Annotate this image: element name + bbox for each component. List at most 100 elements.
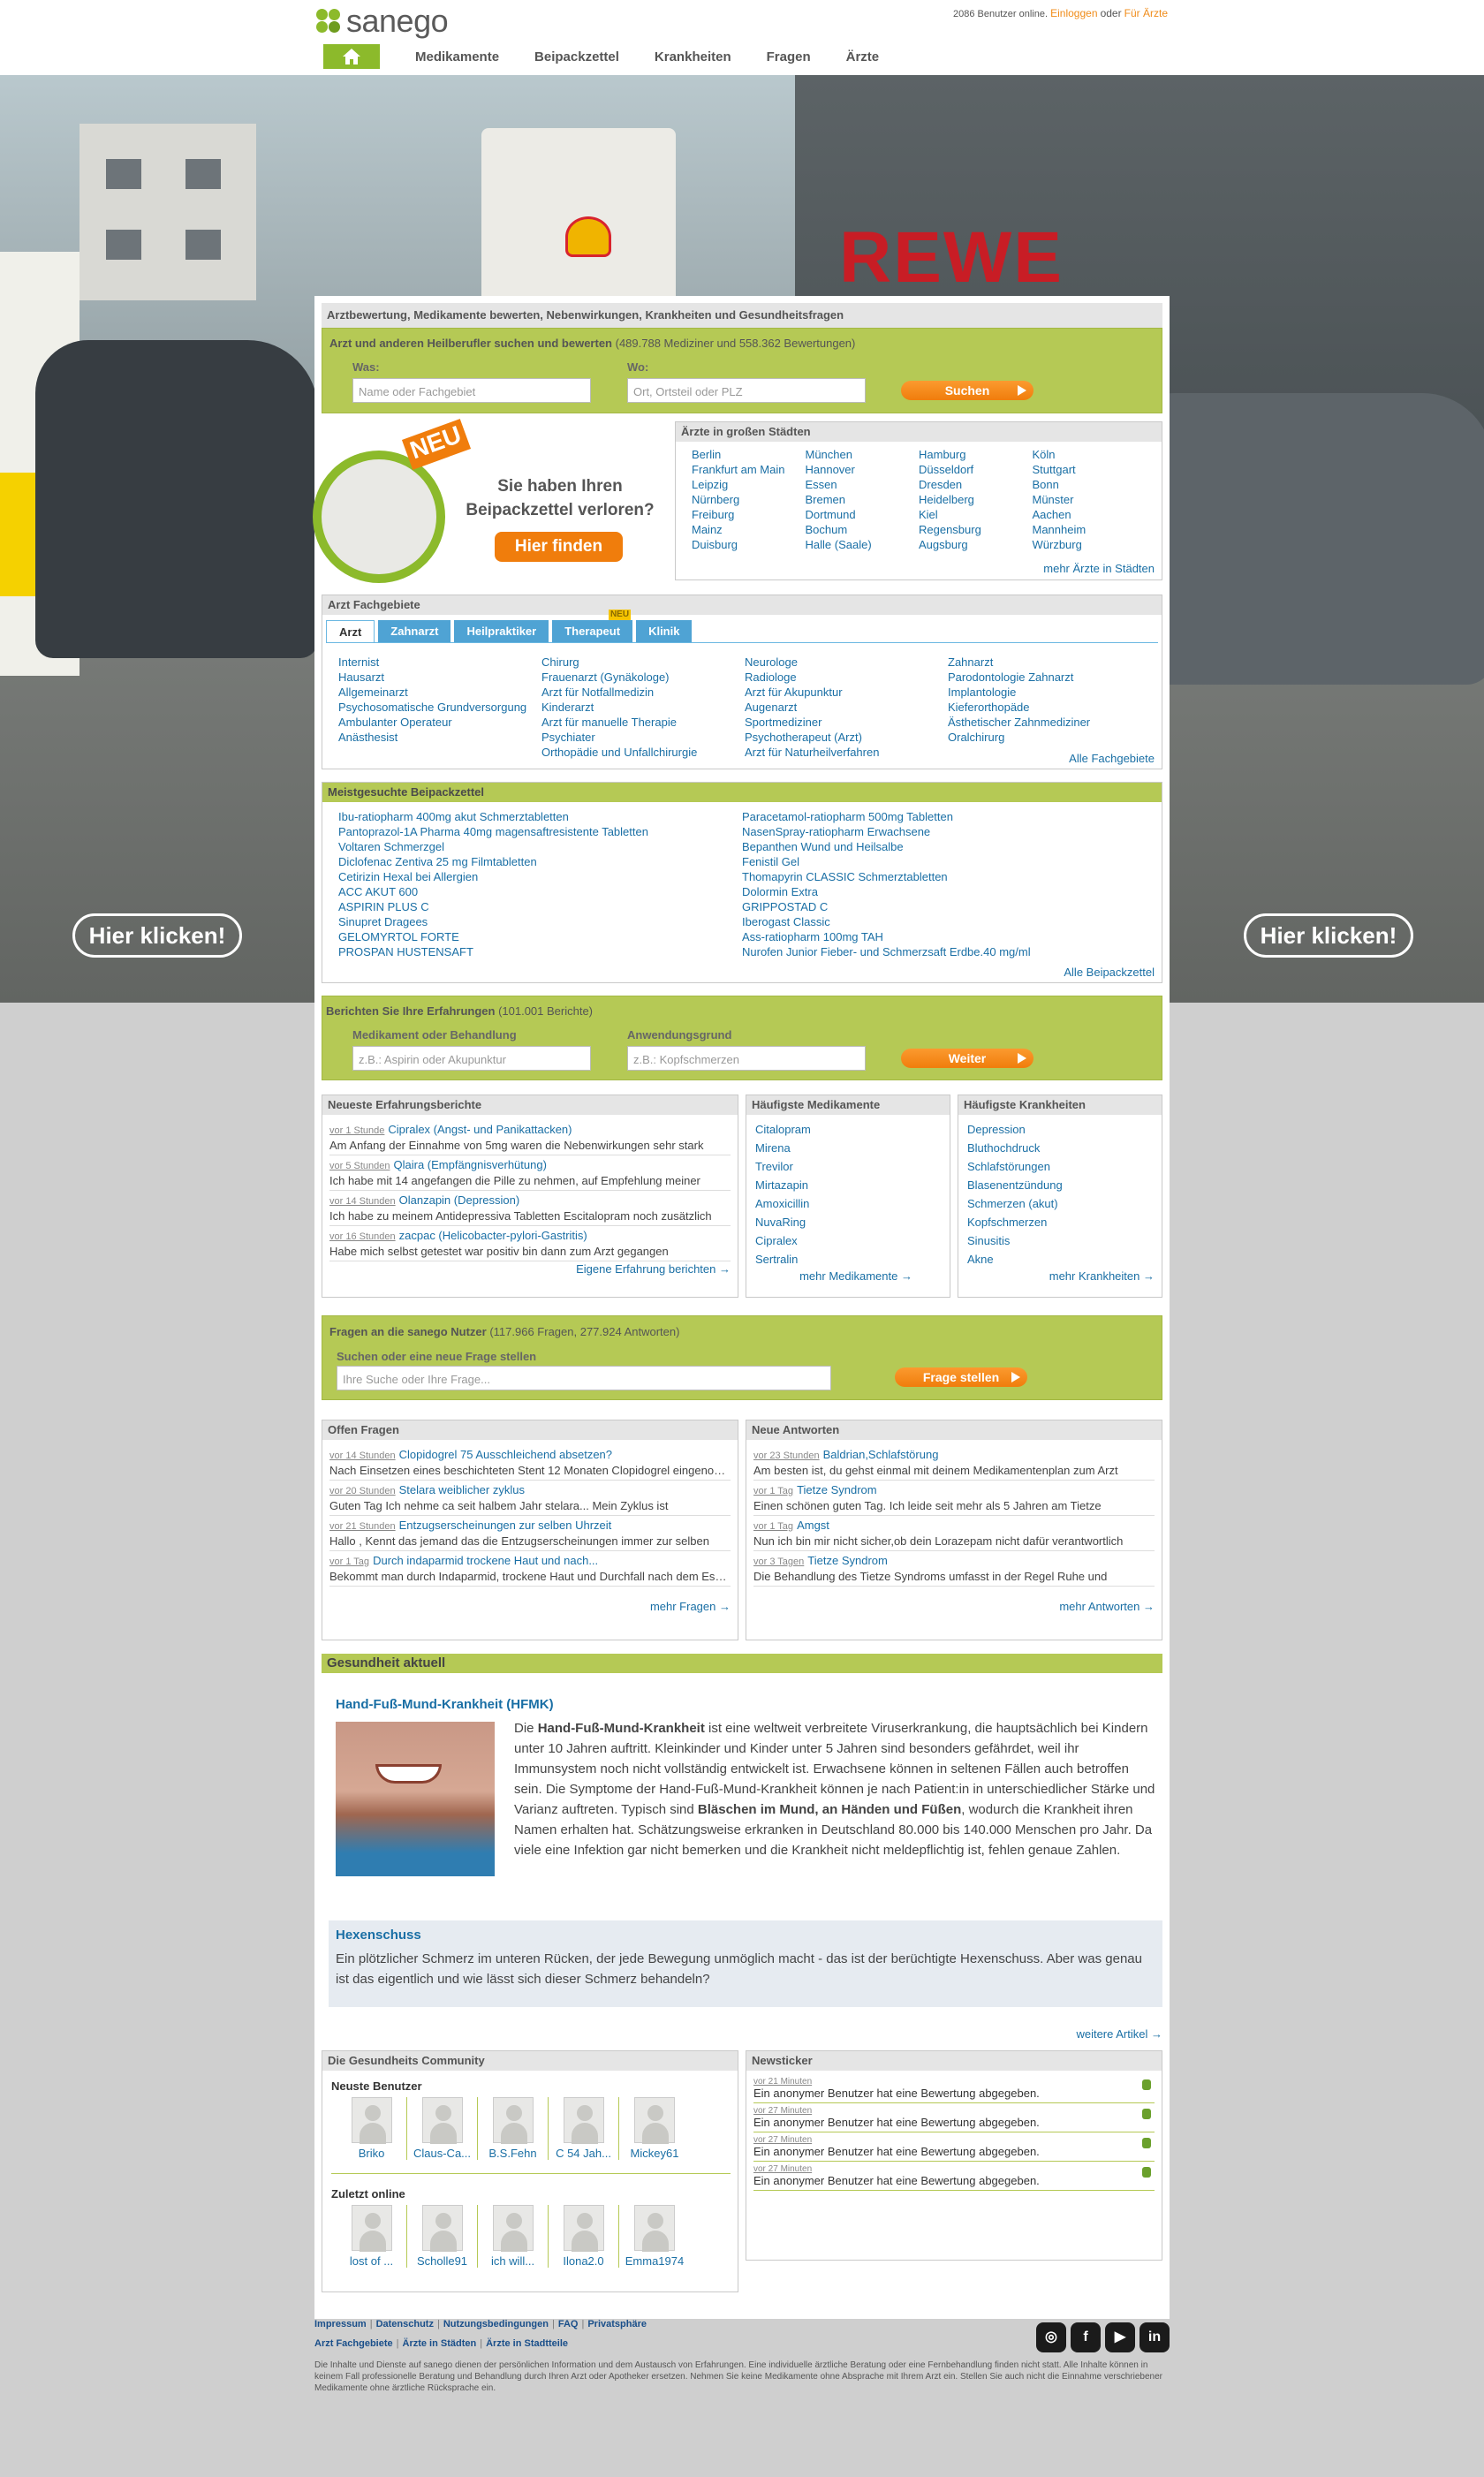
nav-beipackzettel[interactable]: Beipackzettel xyxy=(534,49,619,64)
beipackzettel-link[interactable]: Ass-ratiopharm 100mg TAH xyxy=(742,929,1146,944)
username[interactable]: Scholle91 xyxy=(407,2254,477,2268)
more-articles-link[interactable]: weitere Artikel → xyxy=(1076,2027,1162,2041)
diseases-link[interactable]: Akne xyxy=(967,1250,1153,1269)
city-link[interactable]: Aachen xyxy=(1033,507,1147,522)
username[interactable]: B.S.Fehn xyxy=(478,2147,548,2160)
med-input[interactable]: z.B.: Aspirin oder Akupunktur xyxy=(352,1046,591,1071)
entry-link[interactable]: Olanzapin (Depression) xyxy=(399,1193,520,1207)
hier-finden-button[interactable]: Hier finden xyxy=(495,532,623,562)
meds-link[interactable]: Mirtazapin xyxy=(755,1176,941,1194)
beipackzettel-link[interactable]: Thomapyrin CLASSIC Schmerztabletten xyxy=(742,869,1146,884)
username[interactable]: C 54 Jah... xyxy=(549,2147,618,2160)
fachgebiet-link[interactable]: Kieferorthopäde xyxy=(948,700,1151,715)
fachgebiet-link[interactable]: Anästhesist xyxy=(338,730,541,745)
beipackzettel-link[interactable]: Ibu-ratiopharm 400mg akut Schmerztablett… xyxy=(338,809,742,824)
reason-input[interactable]: z.B.: Kopfschmerzen xyxy=(627,1046,866,1071)
city-link[interactable]: Köln xyxy=(1033,447,1147,462)
diseases-link[interactable]: Blasenentzündung xyxy=(967,1176,1153,1194)
user-card[interactable]: Briko xyxy=(337,2097,407,2160)
beipackzettel-link[interactable]: PROSPAN HUSTENSAFT xyxy=(338,944,742,959)
footer-link[interactable]: Ärzte in Stadtteile xyxy=(486,2338,568,2349)
entry-link[interactable]: zacpac (Helicobacter-pylori-Gastritis) xyxy=(399,1229,587,1242)
entry-link[interactable]: Clopidogrel 75 Ausschleichend absetzen? xyxy=(399,1448,612,1461)
avatar[interactable] xyxy=(492,2097,534,2144)
beipackzettel-link[interactable]: Nurofen Junior Fieber- und Schmerzsaft E… xyxy=(742,944,1146,959)
beipackzettel-link[interactable]: Sinupret Dragees xyxy=(338,914,742,929)
city-link[interactable]: Hamburg xyxy=(919,447,1033,462)
city-link[interactable]: Augsburg xyxy=(919,537,1033,552)
city-link[interactable]: Würzburg xyxy=(1033,537,1147,552)
for-doctors-link[interactable]: Für Ärzte xyxy=(1124,7,1168,19)
beipackzettel-promo[interactable]: NEU Sie haben Ihren Beipackzettel verlore… xyxy=(313,419,675,596)
city-link[interactable]: Halle (Saale) xyxy=(806,537,920,552)
nav-medikamente[interactable]: Medikamente xyxy=(415,49,499,64)
weiter-button[interactable]: Weiter xyxy=(901,1049,1034,1068)
city-link[interactable]: Leipzig xyxy=(692,477,806,492)
avatar[interactable] xyxy=(421,2205,463,2252)
user-card[interactable]: B.S.Fehn xyxy=(478,2097,549,2160)
news-text[interactable]: Ein anonymer Benutzer hat eine Bewertung… xyxy=(753,2087,1040,2100)
suchen-button[interactable]: Suchen xyxy=(901,381,1034,400)
beipackzettel-link[interactable]: Cetirizin Hexal bei Allergien xyxy=(338,869,742,884)
youtube-icon[interactable]: ▶ xyxy=(1105,2322,1135,2352)
entry-link[interactable]: Baldrian,Schlafstörung xyxy=(823,1448,939,1461)
fachgebiet-link[interactable]: Zahnarzt xyxy=(948,655,1151,670)
footer-link[interactable]: FAQ xyxy=(558,2319,579,2329)
article-hfmk-title[interactable]: Hand-Fuß-Mund-Krankheit (HFMK) xyxy=(336,1697,554,1712)
facebook-icon[interactable]: f xyxy=(1071,2322,1101,2352)
entry-link[interactable]: Stelara weiblicher zyklus xyxy=(399,1483,525,1496)
footer-link[interactable]: Nutzungsbedingungen xyxy=(443,2319,549,2329)
entry-link[interactable]: Durch indaparmid trockene Haut und nach.… xyxy=(373,1554,598,1567)
city-link[interactable]: Duisburg xyxy=(692,537,806,552)
footer-link[interactable]: Ärzte in Städten xyxy=(403,2338,477,2349)
city-link[interactable]: Mannheim xyxy=(1033,522,1147,537)
question-input[interactable]: Ihre Suche oder Ihre Frage... xyxy=(337,1366,831,1390)
tab-klinik[interactable]: Klinik xyxy=(636,620,693,642)
beipackzettel-link[interactable]: GRIPPOSTAD C xyxy=(742,899,1146,914)
beipackzettel-link[interactable]: GELOMYRTOL FORTE xyxy=(338,929,742,944)
fachgebiet-link[interactable]: Internist xyxy=(338,655,541,670)
city-link[interactable]: Mainz xyxy=(692,522,806,537)
diseases-link[interactable]: Schmerzen (akut) xyxy=(967,1194,1153,1213)
beipackzettel-link[interactable]: ASPIRIN PLUS C xyxy=(338,899,742,914)
city-link[interactable]: Freiburg xyxy=(692,507,806,522)
meds-link[interactable]: NuvaRing xyxy=(755,1213,941,1231)
fachgebiet-link[interactable]: Sportmediziner xyxy=(745,715,948,730)
login-link[interactable]: Einloggen xyxy=(1050,7,1097,19)
more-cities-link[interactable]: mehr Ärzte in Städten xyxy=(1043,562,1155,575)
more-meds-link[interactable]: mehr Medikamente → xyxy=(799,1269,912,1283)
fachgebiet-link[interactable]: Kinderarzt xyxy=(541,700,745,715)
fachgebiet-link[interactable]: Allgemeinarzt xyxy=(338,685,541,700)
tab-zahnarzt[interactable]: Zahnarzt xyxy=(378,620,451,642)
fachgebiet-link[interactable]: Ambulanter Operateur xyxy=(338,715,541,730)
entry-link[interactable]: Qlaira (Empfängnisverhütung) xyxy=(394,1158,547,1171)
city-link[interactable]: Stuttgart xyxy=(1033,462,1147,477)
meds-link[interactable]: Mirena xyxy=(755,1139,941,1157)
username[interactable]: Briko xyxy=(337,2147,406,2160)
was-input[interactable]: Name oder Fachgebiet xyxy=(352,378,591,403)
article-hfmk-image[interactable] xyxy=(336,1722,495,1876)
user-card[interactable]: lost of ... xyxy=(337,2205,407,2268)
hier-klicken-left-button[interactable]: Hier klicken! xyxy=(72,913,242,958)
tab-arzt[interactable]: Arzt xyxy=(326,620,375,642)
avatar[interactable] xyxy=(492,2205,534,2252)
city-link[interactable]: Nürnberg xyxy=(692,492,806,507)
fachgebiet-link[interactable]: Psychiater xyxy=(541,730,745,745)
fachgebiet-link[interactable]: Neurologe xyxy=(745,655,948,670)
all-beipackzettel-link[interactable]: Alle Beipackzettel xyxy=(1064,966,1155,979)
news-text[interactable]: Ein anonymer Benutzer hat eine Bewertung… xyxy=(753,2174,1040,2187)
sanego-logo[interactable]: sanego xyxy=(316,3,449,39)
beipackzettel-link[interactable]: Diclofenac Zentiva 25 mg Filmtabletten xyxy=(338,854,742,869)
city-link[interactable]: Regensburg xyxy=(919,522,1033,537)
wo-input[interactable]: Ort, Ortsteil oder PLZ xyxy=(627,378,866,403)
user-card[interactable]: Claus-Ca... xyxy=(407,2097,478,2160)
entry-link[interactable]: Tietze Syndrom xyxy=(807,1554,888,1567)
fachgebiet-link[interactable]: Ästhetischer Zahnmediziner xyxy=(948,715,1151,730)
avatar[interactable] xyxy=(351,2205,392,2252)
user-card[interactable]: Mickey61 xyxy=(619,2097,690,2160)
fachgebiet-link[interactable]: Hausarzt xyxy=(338,670,541,685)
meds-link[interactable]: Amoxicillin xyxy=(755,1194,941,1213)
news-text[interactable]: Ein anonymer Benutzer hat eine Bewertung… xyxy=(753,2116,1040,2129)
avatar[interactable] xyxy=(351,2097,392,2144)
city-link[interactable]: Bremen xyxy=(806,492,920,507)
